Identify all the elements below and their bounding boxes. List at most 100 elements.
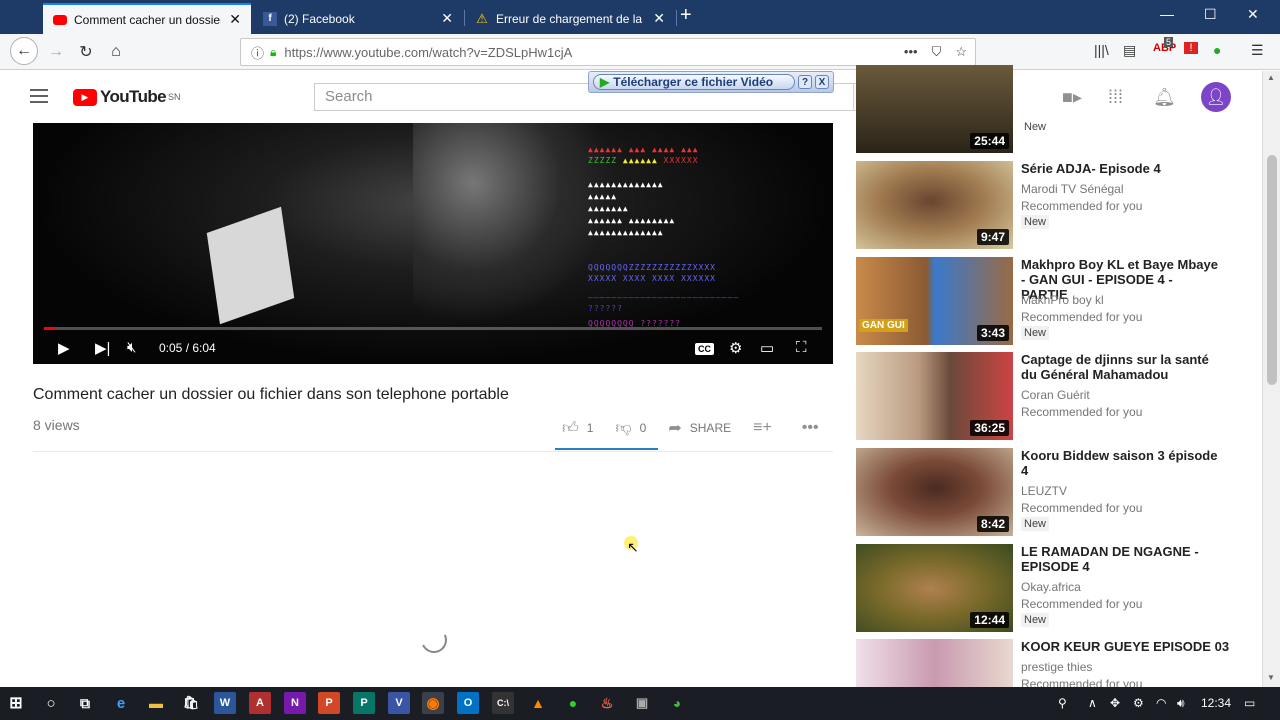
guide-menu-icon[interactable] (30, 89, 48, 103)
forward-button[interactable]: → (44, 40, 68, 64)
photo-app-icon[interactable]: ▣ (631, 692, 653, 714)
recommendation-item[interactable]: 9:47 Série ADJA- Episode 4 Marodi TV Sén… (856, 161, 1246, 249)
file-explorer-icon[interactable]: ▬ (145, 692, 167, 714)
download-helper-close-button[interactable]: X (815, 75, 829, 89)
extension-dark-icon[interactable]: ● (1213, 42, 1221, 58)
home-button[interactable]: ⌂ (104, 40, 128, 64)
scroll-up-icon[interactable]: ▲ (1267, 73, 1275, 82)
download-video-button[interactable]: ▶ Télécharger ce fichier Vidéo (593, 74, 795, 90)
youtube-logo[interactable]: ▶ YouTube SN (73, 87, 181, 107)
cmd-icon[interactable]: C:\ (492, 692, 514, 714)
reload-button[interactable]: ↻ (74, 40, 98, 64)
reload-icon: ↻ (79, 44, 93, 61)
sidebar-icon[interactable]: ▤ (1123, 42, 1136, 59)
back-button[interactable]: ← (10, 37, 38, 65)
duration-badge: 9:47 (976, 229, 1009, 245)
tab-close-icon[interactable]: ✕ (441, 10, 453, 27)
green-app-icon[interactable]: ● (562, 692, 584, 714)
pocket-icon[interactable]: ⛉ (932, 44, 942, 60)
thumbs-up-icon: 👍︎ (562, 419, 579, 437)
new-tab-button[interactable]: + (680, 4, 692, 27)
dropbox-icon[interactable]: ✥ (1110, 696, 1120, 710)
tab-close-icon[interactable]: ✕ (229, 11, 241, 28)
captions-button[interactable]: CC (695, 343, 714, 355)
library-icon[interactable]: |||\ (1094, 42, 1109, 58)
video-progress-bar[interactable] (44, 327, 822, 330)
volume-icon[interactable]: 🔊︎ (1177, 696, 1185, 711)
extension-red-icon[interactable]: ! (1184, 42, 1198, 54)
tab-youtube[interactable]: Comment cacher un dossier ou ✕ (43, 3, 251, 34)
recommendation-item[interactable]: 36:25 Captage de djinns sur la santé du … (856, 352, 1246, 440)
page-scrollbar[interactable]: ▲ ▼ (1262, 71, 1280, 687)
video-thumbnail[interactable]: 36:25 (856, 352, 1013, 440)
firefox-icon[interactable]: ◉ (422, 692, 444, 714)
vlc-icon[interactable]: ▲ (527, 692, 549, 714)
recommendation-item[interactable]: 8:42 Kooru Biddew saison 3 épisode 4 LEU… (856, 448, 1246, 536)
bookmark-star-icon[interactable]: ☆ (955, 44, 967, 60)
acrobat-icon[interactable]: A (249, 692, 271, 714)
recommendation-item[interactable]: KOOR KEUR GUEYE EPISODE 03 prestige thie… (856, 639, 1246, 687)
minimize-button[interactable]: — (1160, 6, 1174, 22)
url-text[interactable]: https://www.youtube.com/watch?v=ZDSLpHw1… (284, 45, 904, 60)
page-actions-icon[interactable]: ••• (904, 44, 918, 60)
task-view-icon[interactable]: ⧉ (74, 692, 96, 714)
recommendation-title[interactable]: LE RAMADAN DE NGAGNE - EPISODE 4 (1021, 544, 1221, 574)
video-thumbnail[interactable] (856, 639, 1013, 687)
like-button[interactable]: 👍︎ 1 (562, 419, 593, 438)
tab-facebook[interactable]: f (2) Facebook ✕ (253, 3, 463, 34)
dislike-button[interactable]: 👎︎ 0 (615, 419, 646, 438)
people-icon[interactable]: ⚲ (1058, 696, 1067, 710)
scrollbar-thumb[interactable] (1267, 155, 1277, 385)
store-icon[interactable]: 🛍︎ (180, 692, 202, 714)
video-thumbnail[interactable]: 9:47 (856, 161, 1013, 249)
video-thumbnail[interactable]: GAN GUI 3:43 (856, 257, 1013, 345)
video-thumbnail[interactable]: 12:44 (856, 544, 1013, 632)
video-player[interactable]: ▲▲▲▲▲▲ ▲▲▲ ▲▲▲▲ ▲▲▲ ZZZZZ ▲▲▲▲▲▲ XXXXXX … (33, 123, 833, 364)
help-button[interactable]: ? (798, 75, 812, 89)
url-bar[interactable]: ⓘ 🔒︎ https://www.youtube.com/watch?v=ZDS… (240, 38, 976, 66)
powerpoint-icon[interactable]: P (318, 692, 340, 714)
chrome-icon[interactable]: ◕ (666, 692, 688, 714)
play-button[interactable]: ▶ (58, 339, 70, 357)
torch-app-icon[interactable]: ♨ (596, 692, 618, 714)
recommendation-item[interactable]: GAN GUI 3:43 Makhpro Boy KL et Baye Mbay… (856, 257, 1246, 345)
more-actions-button[interactable]: ••• (802, 419, 827, 437)
info-icon[interactable]: ⓘ (251, 43, 264, 62)
add-to-playlist-button[interactable]: ≡+ (753, 419, 780, 437)
next-button[interactable]: ▶| (95, 339, 110, 357)
tray-app-icon[interactable]: ⚙ (1133, 696, 1144, 710)
mute-icon[interactable]: 🔇︎ (127, 339, 136, 356)
publisher-icon[interactable]: P (353, 692, 375, 714)
word-icon[interactable]: W (214, 692, 236, 714)
menu-hamburger-icon[interactable]: ☰ (1251, 42, 1264, 59)
wifi-icon[interactable]: ◠ (1156, 696, 1166, 710)
edge-icon[interactable]: e (110, 692, 132, 714)
recommendation-title[interactable]: Série ADJA- Episode 4 (1021, 161, 1221, 176)
tray-chevron-icon[interactable]: ∧ (1088, 696, 1097, 710)
new-badge: New (1024, 121, 1047, 133)
clock-time[interactable]: 12:34 (1201, 696, 1231, 710)
visio-icon[interactable]: V (388, 692, 410, 714)
outlook-icon[interactable]: O (457, 692, 479, 714)
fullscreen-icon[interactable]: ⛶ (796, 339, 807, 356)
action-center-icon[interactable]: ▭ (1244, 696, 1255, 710)
recommendation-title[interactable]: Captage de djinns sur la santé du Généra… (1021, 352, 1221, 382)
recommendation-title[interactable]: KOOR KEUR GUEYE EPISODE 03 (1021, 639, 1241, 654)
maximize-button[interactable]: ☐ (1204, 6, 1217, 23)
tab-close-icon[interactable]: ✕ (653, 10, 665, 27)
theater-mode-icon[interactable]: ▭ (760, 339, 774, 357)
settings-gear-icon[interactable]: ⚙ (729, 339, 742, 357)
recommendation-item[interactable]: 12:44 LE RAMADAN DE NGAGNE - EPISODE 4 O… (856, 544, 1246, 632)
cortana-icon[interactable]: ○ (40, 692, 62, 714)
share-button[interactable]: ➦ SHARE (668, 418, 731, 438)
onenote-icon[interactable]: N (284, 692, 306, 714)
window-close-button[interactable]: ✕ (1247, 6, 1259, 23)
youtube-logo-text: YouTube (100, 87, 167, 106)
recommendation-title[interactable]: Kooru Biddew saison 3 épisode 4 (1021, 448, 1221, 478)
scroll-down-icon[interactable]: ▼ (1267, 673, 1275, 682)
tab-error[interactable]: ⚠ Erreur de chargement de la pag ✕ (465, 3, 675, 34)
video-thumbnail[interactable]: 8:42 (856, 448, 1013, 536)
recommendation-item[interactable]: 25:44 New (856, 65, 1246, 153)
start-windows-icon[interactable]: ⊞ (5, 692, 27, 714)
video-thumbnail[interactable]: 25:44 (856, 65, 1013, 153)
